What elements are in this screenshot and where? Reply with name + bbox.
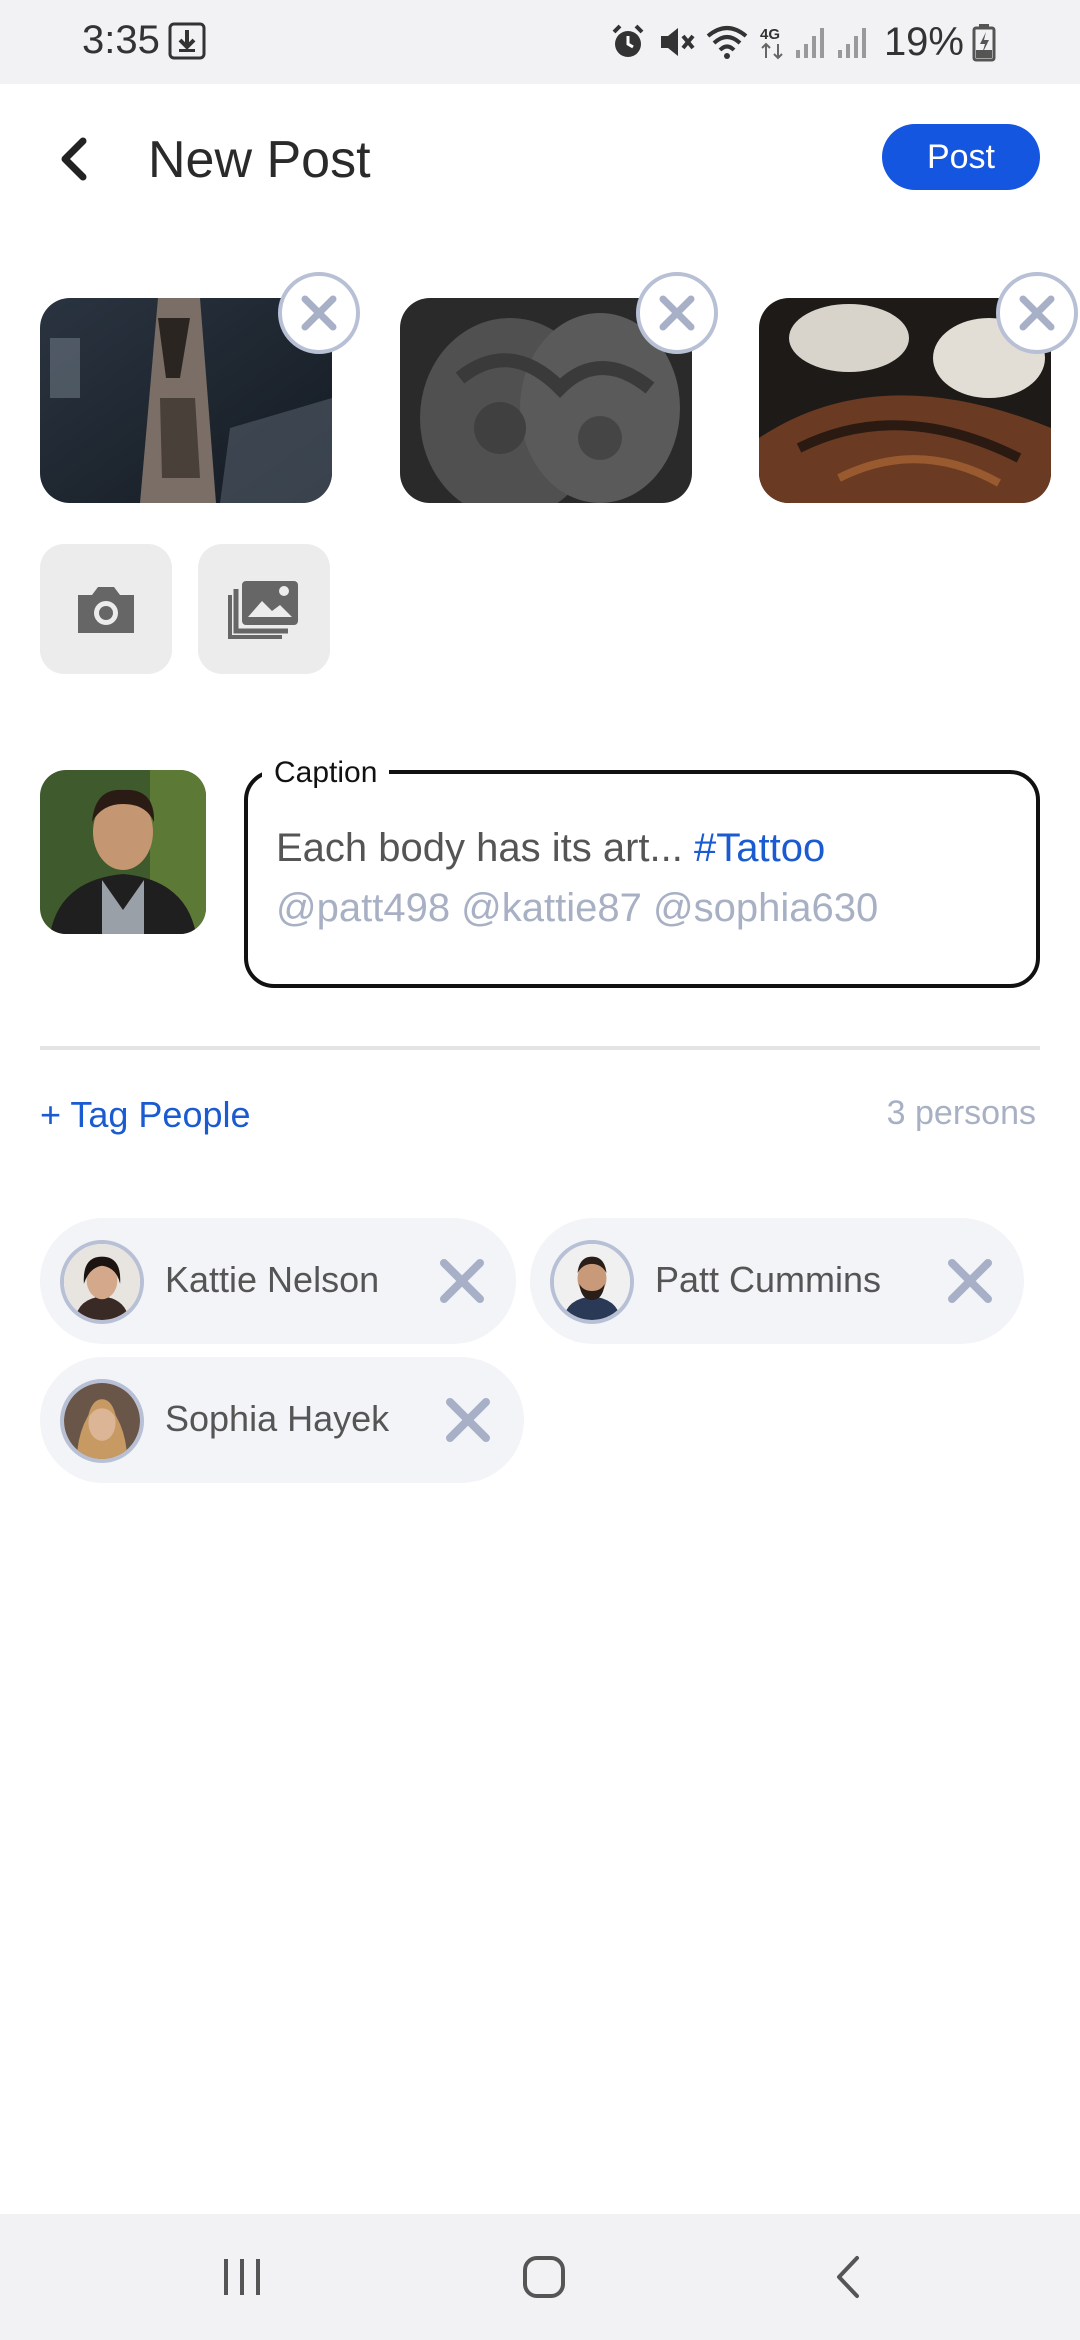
profile-photo xyxy=(40,770,206,934)
wifi-icon xyxy=(706,26,748,59)
battery-charging-icon xyxy=(972,24,996,62)
close-icon xyxy=(1019,295,1055,331)
signal-icon xyxy=(795,28,824,58)
close-icon xyxy=(948,1259,992,1303)
close-icon xyxy=(440,1259,484,1303)
tagged-person-name: Kattie Nelson xyxy=(165,1259,380,1300)
tagged-person-chip: Kattie Nelson xyxy=(40,1218,516,1344)
tag-count: 3 persons xyxy=(886,1094,1036,1132)
battery-percentage: 19% xyxy=(883,19,964,64)
close-icon xyxy=(659,295,695,331)
tagged-person-name: Sophia Hayek xyxy=(165,1398,390,1439)
remove-tag-button[interactable] xyxy=(442,1394,494,1446)
caption-hashtag[interactable]: #Tattoo xyxy=(694,826,825,870)
avatar xyxy=(550,1240,634,1324)
post-button[interactable]: Post xyxy=(882,124,1040,190)
4g-icon: 4G xyxy=(760,26,783,60)
caption-mentions: @patt498 @kattie87 @sophia630 xyxy=(276,886,879,930)
status-icons: 4G 19% xyxy=(608,18,996,66)
remove-tag-button[interactable] xyxy=(436,1255,488,1307)
camera-icon xyxy=(78,587,134,633)
caption-label: Caption xyxy=(262,756,390,790)
remove-media-button[interactable] xyxy=(278,272,360,354)
caption-text: Each body has its art... xyxy=(276,826,683,870)
tagged-person-chip: Sophia Hayek xyxy=(40,1357,524,1483)
gallery-icon xyxy=(228,581,298,639)
avatar xyxy=(60,1379,144,1463)
user-avatar xyxy=(40,770,206,934)
back-button[interactable] xyxy=(48,130,100,188)
remove-media-button[interactable] xyxy=(636,272,718,354)
remove-media-button[interactable] xyxy=(996,272,1078,354)
tagged-person-chip: Patt Cummins xyxy=(530,1218,1024,1344)
divider xyxy=(40,1046,1040,1050)
caption-text-line: Each body has its art... #Tattoo xyxy=(276,826,825,871)
header: New Post Post xyxy=(0,84,1080,234)
status-time: 3:35 xyxy=(82,18,160,62)
download-icon xyxy=(168,22,206,60)
back-icon xyxy=(837,2256,859,2298)
gallery-button[interactable] xyxy=(198,544,330,674)
status-bar: 3:35 4G 19% xyxy=(0,0,1080,84)
mute-icon xyxy=(660,28,695,56)
home-button[interactable] xyxy=(514,2247,574,2307)
home-icon xyxy=(523,2256,565,2298)
recent-apps-button[interactable] xyxy=(212,2247,272,2307)
caption-input[interactable] xyxy=(244,770,1040,988)
close-icon xyxy=(301,295,337,331)
remove-tag-button[interactable] xyxy=(944,1255,996,1307)
back-nav-button[interactable] xyxy=(818,2247,878,2307)
svg-text:4G: 4G xyxy=(760,26,780,43)
recent-apps-icon xyxy=(224,2259,260,2295)
camera-button[interactable] xyxy=(40,544,172,674)
chevron-left-icon xyxy=(61,137,87,181)
close-icon xyxy=(446,1398,490,1442)
avatar xyxy=(60,1240,144,1324)
tagged-person-name: Patt Cummins xyxy=(655,1259,882,1300)
signal-icon xyxy=(837,28,866,58)
alarm-icon xyxy=(612,24,644,57)
navigation-bar xyxy=(0,2214,1080,2340)
tag-people-button[interactable]: + Tag People xyxy=(40,1094,251,1136)
page-title: New Post xyxy=(148,131,371,189)
